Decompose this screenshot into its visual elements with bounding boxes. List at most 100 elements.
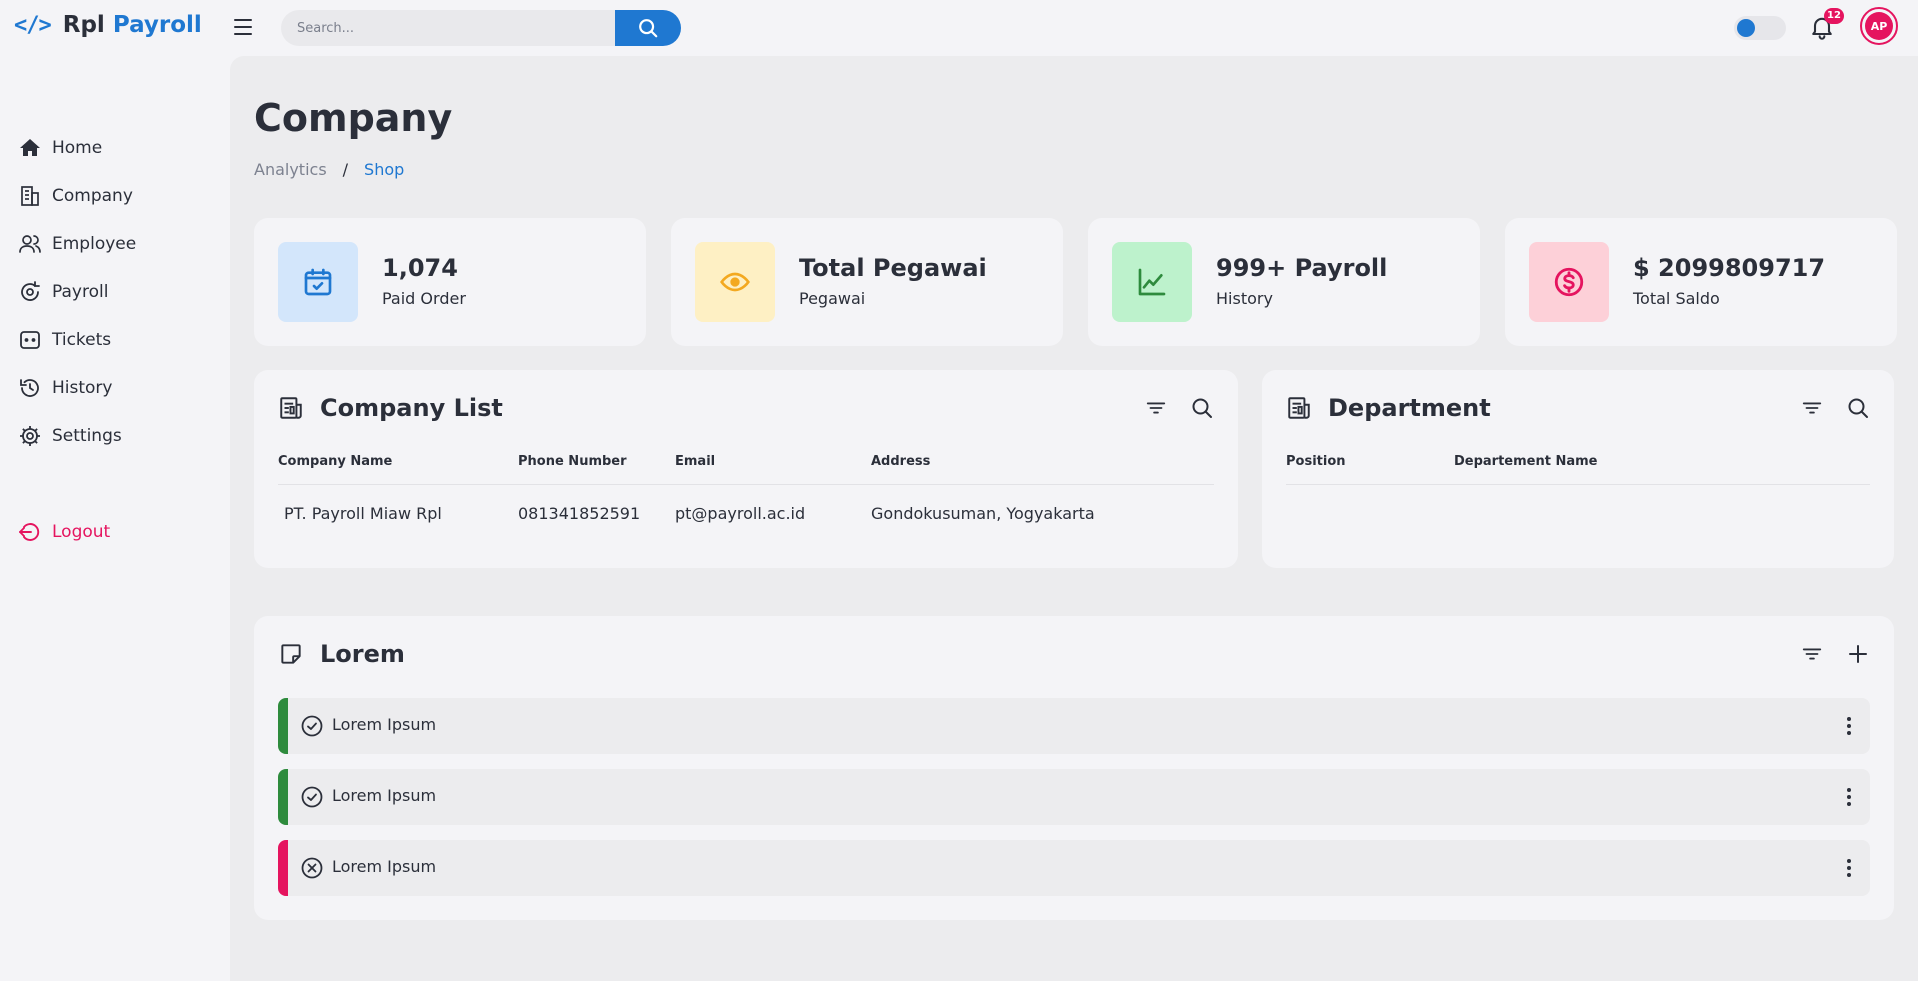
table-header[interactable]: Address [871, 454, 930, 469]
dollar-icon [1554, 267, 1584, 297]
hamburger-menu-icon[interactable] [232, 17, 254, 37]
more-options-icon[interactable] [1842, 783, 1856, 811]
stat-value: $ 2099809717 [1633, 254, 1826, 282]
panel-title: Company List [320, 394, 503, 422]
list-item[interactable]: Lorem Ipsum [278, 698, 1870, 754]
breadcrumb-separator: / [342, 160, 349, 179]
department-panel: Department Position Departement Name [1262, 370, 1894, 568]
panel-header: Department [1286, 394, 1491, 422]
sidebar-item-tickets[interactable]: Tickets [18, 328, 111, 352]
users-icon [19, 235, 41, 253]
table-header[interactable]: Email [675, 454, 715, 469]
status-bar [278, 769, 288, 825]
brand-name: Rpl Payroll [63, 12, 202, 38]
list-item-text: Lorem Ipsum [332, 786, 437, 805]
table-header[interactable]: Position [1286, 454, 1346, 469]
document-list-icon [1288, 397, 1310, 419]
more-options-icon[interactable] [1842, 854, 1856, 882]
document-list-icon [280, 397, 302, 419]
top-bar: </> Rpl Payroll 12 AP [0, 0, 1918, 56]
table-cell: 081341852591 [518, 504, 641, 523]
page-title: Company [254, 96, 453, 140]
gear-icon [20, 426, 40, 446]
panel-title: Lorem [320, 640, 405, 668]
sidebar-item-label: Home [52, 138, 103, 158]
code-icon: </> [14, 12, 52, 38]
sidebar-item-settings[interactable]: Settings [18, 424, 122, 448]
add-button[interactable] [1846, 642, 1870, 666]
stat-icon-box [1529, 242, 1609, 322]
calendar-check-icon [304, 268, 332, 296]
table-cell: pt@payroll.ac.id [675, 504, 806, 523]
table-cell: PT. Payroll Miaw Rpl [284, 504, 442, 523]
payroll-icon [21, 281, 40, 301]
avatar[interactable]: AP [1860, 7, 1898, 45]
sidebar-item-home[interactable]: Home [18, 136, 102, 160]
sidebar-item-employee[interactable]: Employee [18, 232, 136, 256]
stat-card-paid-order: 1,074 Paid Order [254, 218, 646, 346]
filter-button[interactable] [1800, 396, 1824, 420]
panel-header: Lorem [278, 640, 405, 668]
search-button[interactable] [1846, 396, 1870, 420]
brand-name-part1: Rpl [62, 12, 105, 38]
panel-tools [1800, 396, 1870, 420]
list-item[interactable]: Lorem Ipsum [278, 840, 1870, 896]
lorem-panel: Lorem Lorem Ipsum Lorem Ipsum Lorem Ipsu… [254, 616, 1894, 920]
table-header[interactable]: Company Name [278, 454, 392, 469]
sidebar-item-payroll[interactable]: Payroll [18, 280, 108, 304]
status-bar [278, 840, 288, 896]
sidebar-item-history[interactable]: History [18, 376, 112, 400]
plus-icon [1849, 645, 1867, 663]
sidebar-item-label: Employee [52, 234, 137, 254]
status-bar [278, 698, 288, 754]
check-circle-icon[interactable] [300, 785, 324, 809]
notification-badge: 12 [1824, 8, 1844, 24]
stat-card-payroll-history: 999+ Payroll History [1088, 218, 1480, 346]
table-divider [1286, 484, 1870, 485]
building-icon [21, 186, 39, 206]
sidebar-item-company[interactable]: Company [18, 184, 133, 208]
table-header[interactable]: Departement Name [1454, 454, 1598, 469]
list-item-text: Lorem Ipsum [332, 715, 437, 734]
search-bar [281, 10, 681, 46]
search-input[interactable] [281, 10, 615, 46]
main-content: Company Analytics / Shop 1,074 Paid Orde… [230, 56, 1918, 981]
sticky-note-icon [281, 644, 301, 664]
theme-toggle[interactable] [1734, 16, 1786, 40]
sidebar-item-logout[interactable]: Logout [18, 520, 110, 544]
company-list-panel: Company List Company Name Phone Number E… [254, 370, 1238, 568]
stat-value: 1,074 [382, 254, 458, 282]
table-header[interactable]: Phone Number [518, 454, 627, 469]
breadcrumb-current[interactable]: Shop [364, 160, 404, 179]
avatar-initials: AP [1865, 12, 1893, 40]
panel-tools [1144, 396, 1214, 420]
stat-label: Total Saldo [1633, 289, 1720, 308]
filter-button[interactable] [1800, 642, 1824, 666]
sidebar-item-label: Settings [52, 426, 122, 446]
stat-label: History [1216, 289, 1273, 308]
more-options-icon[interactable] [1842, 712, 1856, 740]
check-circle-icon[interactable] [300, 714, 324, 738]
search-button[interactable] [615, 10, 681, 46]
table-divider [278, 484, 1214, 485]
x-circle-icon[interactable] [300, 856, 324, 880]
list-item[interactable]: Lorem Ipsum [278, 769, 1870, 825]
logout-icon [19, 523, 40, 541]
sidebar-item-label: Logout [52, 522, 111, 542]
sidebar-item-label: Tickets [52, 330, 112, 350]
filter-button[interactable] [1144, 396, 1168, 420]
stat-icon-box [1112, 242, 1192, 322]
sidebar-item-label: History [52, 378, 113, 398]
ticket-icon [20, 331, 40, 349]
list-item-text: Lorem Ipsum [332, 857, 437, 876]
panel-header: Company List [278, 394, 503, 422]
brand-logo[interactable]: </> Rpl Payroll [14, 12, 202, 38]
eye-icon [720, 272, 750, 292]
stat-icon-box [695, 242, 775, 322]
stat-icon-box [278, 242, 358, 322]
search-icon [1192, 398, 1212, 418]
stat-label: Paid Order [382, 289, 466, 308]
filter-icon [1802, 648, 1822, 660]
search-button[interactable] [1190, 396, 1214, 420]
breadcrumb-parent[interactable]: Analytics [254, 160, 327, 179]
